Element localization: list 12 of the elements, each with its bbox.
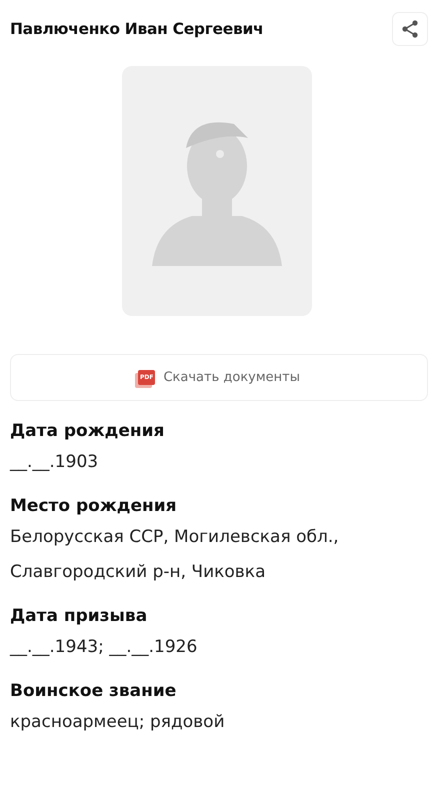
field-value: __.__.1903 bbox=[10, 451, 100, 474]
field-label: Место рождения bbox=[10, 495, 178, 518]
person-name: Павлюченко Иван Сергеевич bbox=[10, 20, 264, 38]
field-value: __.__.1943; __.__.1926 bbox=[10, 636, 198, 659]
field-label: Воинское звание bbox=[10, 680, 178, 703]
share-icon bbox=[400, 19, 420, 39]
field-value: красноармеец; рядовой bbox=[10, 711, 226, 734]
field-label: Дата призыва bbox=[10, 605, 148, 628]
field-label: Дата рождения bbox=[10, 420, 166, 443]
field-value: Славгородский р-н, Чиковка bbox=[10, 561, 266, 584]
share-button[interactable] bbox=[392, 12, 428, 46]
field-value: Белорусская ССР, Могилевская обл., bbox=[10, 526, 340, 549]
